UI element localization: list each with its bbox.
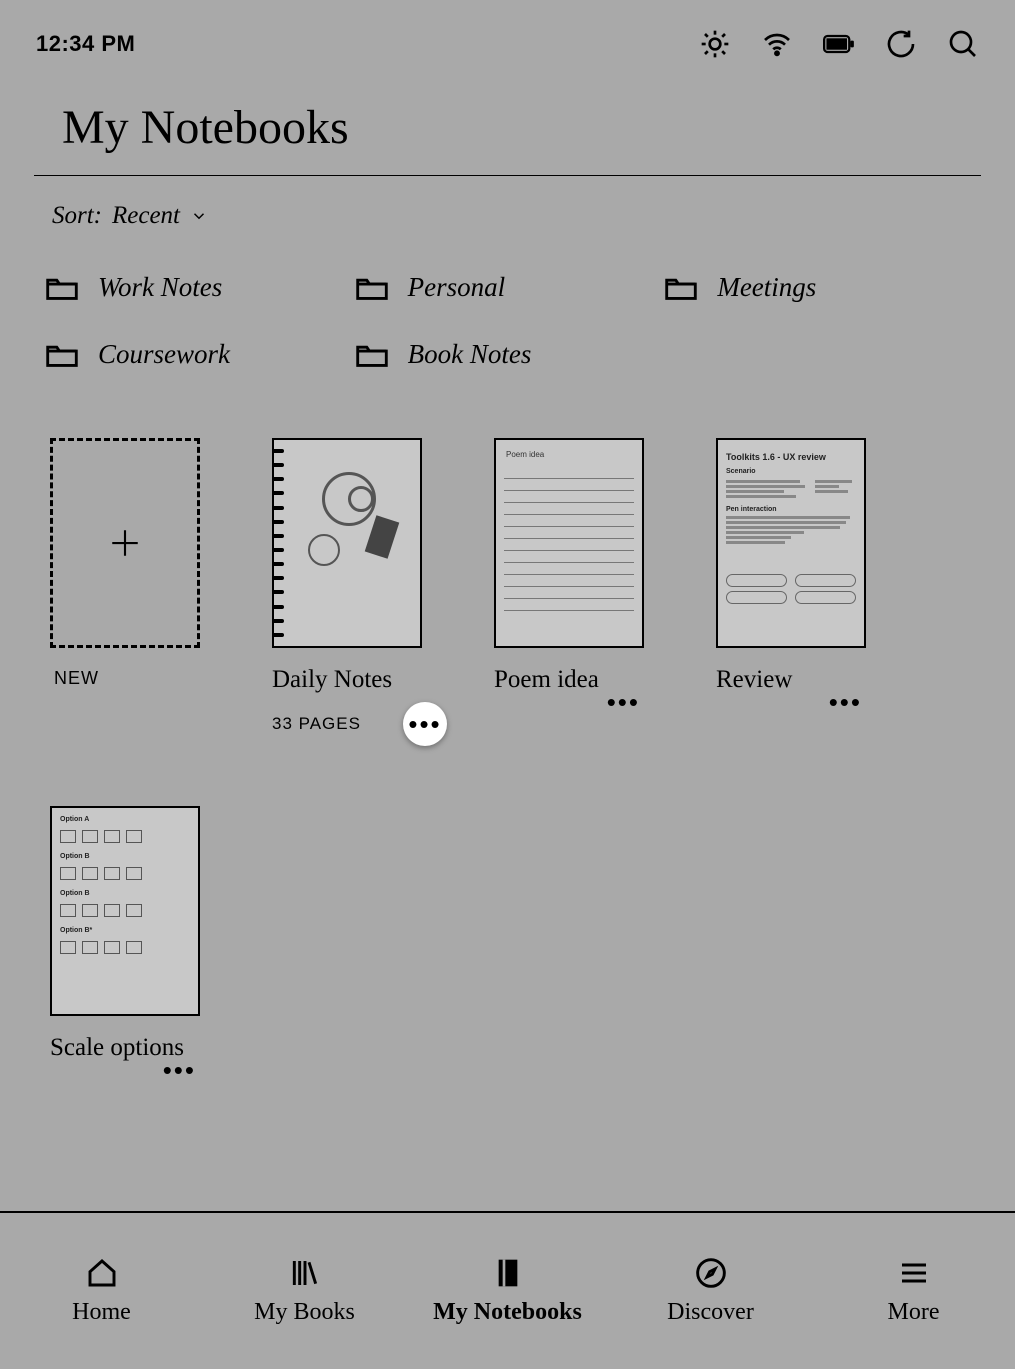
tab-discover[interactable]: Discover <box>609 1213 812 1369</box>
brightness-icon[interactable] <box>699 28 731 60</box>
notebook-item: Poem idea Poem idea ••• <box>494 438 694 746</box>
more-menu-button[interactable]: ••• <box>403 702 447 746</box>
chevron-down-icon <box>190 207 208 225</box>
new-notebook[interactable]: NEW <box>50 438 250 746</box>
tab-label: Home <box>72 1299 131 1326</box>
notebook-item: Toolkits 1.6 - UX review Scenario Pen in… <box>716 438 916 746</box>
folder-icon <box>46 275 78 301</box>
thumb-header: Toolkits 1.6 - UX review <box>726 452 856 462</box>
notebook-item: Daily Notes 33 PAGES ••• <box>272 438 472 746</box>
thumb-opt-label: Option B <box>60 890 190 897</box>
thumb-opt-label: Option B <box>60 853 190 860</box>
page-title: My Notebooks <box>62 100 981 155</box>
tab-label: Discover <box>667 1299 754 1326</box>
notebook-grid: NEW Daily Notes 33 PAGES ••• Poem idea P… <box>0 380 1015 1100</box>
tab-my-notebooks[interactable]: My Notebooks <box>406 1213 609 1369</box>
notebook-thumb[interactable]: Toolkits 1.6 - UX review Scenario Pen in… <box>716 438 866 648</box>
sort-value: Recent <box>112 202 180 230</box>
folder-item[interactable]: Meetings <box>665 272 955 303</box>
sync-icon[interactable] <box>885 28 917 60</box>
time-label: 12:34 PM <box>36 31 135 57</box>
new-notebook-tile[interactable] <box>50 438 200 648</box>
books-icon <box>287 1257 323 1289</box>
folder-label: Meetings <box>717 272 816 303</box>
notebook-title: Daily Notes <box>272 666 392 694</box>
compass-icon <box>693 1257 729 1289</box>
search-icon[interactable] <box>947 28 979 60</box>
folder-label: Personal <box>408 272 506 303</box>
sort-dropdown[interactable]: Sort: Recent <box>0 176 1015 234</box>
page-header: My Notebooks <box>0 72 1015 175</box>
notebook-item: Option A Option B Option B Option B* Sca… <box>50 806 250 1070</box>
bottom-nav: Home My Books My Notebooks Discover More <box>0 1211 1015 1369</box>
folder-label: Coursework <box>98 339 230 370</box>
tab-label: My Books <box>254 1299 355 1326</box>
folder-list: Work Notes Personal Meetings Coursework … <box>0 234 1015 380</box>
folder-item[interactable]: Coursework <box>46 339 336 370</box>
notebook-title: Review <box>716 666 792 694</box>
notebook-thumb[interactable] <box>272 438 422 648</box>
menu-icon <box>896 1257 932 1289</box>
folder-icon <box>356 275 388 301</box>
folder-item[interactable]: Book Notes <box>356 339 646 370</box>
thumb-section: Scenario <box>726 468 856 475</box>
folder-item[interactable]: Personal <box>356 272 646 303</box>
status-icons <box>699 28 979 60</box>
status-bar: 12:34 PM <box>0 0 1015 72</box>
notebook-title: Poem idea <box>494 666 599 694</box>
notebook-thumb[interactable]: Option A Option B Option B Option B* <box>50 806 200 1016</box>
thumb-opt-label: Option B* <box>60 927 190 934</box>
folder-label: Work Notes <box>98 272 222 303</box>
home-icon <box>84 1257 120 1289</box>
folder-icon <box>665 275 697 301</box>
tab-home[interactable]: Home <box>0 1213 203 1369</box>
folder-item[interactable]: Work Notes <box>46 272 336 303</box>
tab-more[interactable]: More <box>812 1213 1015 1369</box>
thumb-section: Pen interaction <box>726 506 856 513</box>
plus-icon <box>108 526 142 560</box>
folder-icon <box>356 342 388 368</box>
folder-icon <box>46 342 78 368</box>
wifi-icon[interactable] <box>761 28 793 60</box>
sort-prefix: Sort: <box>52 202 102 230</box>
thumb-header: Poem idea <box>496 440 642 467</box>
notebook-thumb[interactable]: Poem idea <box>494 438 644 648</box>
battery-icon[interactable] <box>823 28 855 60</box>
tab-my-books[interactable]: My Books <box>203 1213 406 1369</box>
tab-label: More <box>888 1299 940 1326</box>
folder-label: Book Notes <box>408 339 532 370</box>
tab-label: My Notebooks <box>433 1299 582 1326</box>
notebook-pagecount: 33 PAGES <box>272 714 361 734</box>
new-notebook-label: NEW <box>50 668 250 689</box>
notebook-icon <box>490 1257 526 1289</box>
thumb-opt-label: Option A <box>60 816 190 823</box>
